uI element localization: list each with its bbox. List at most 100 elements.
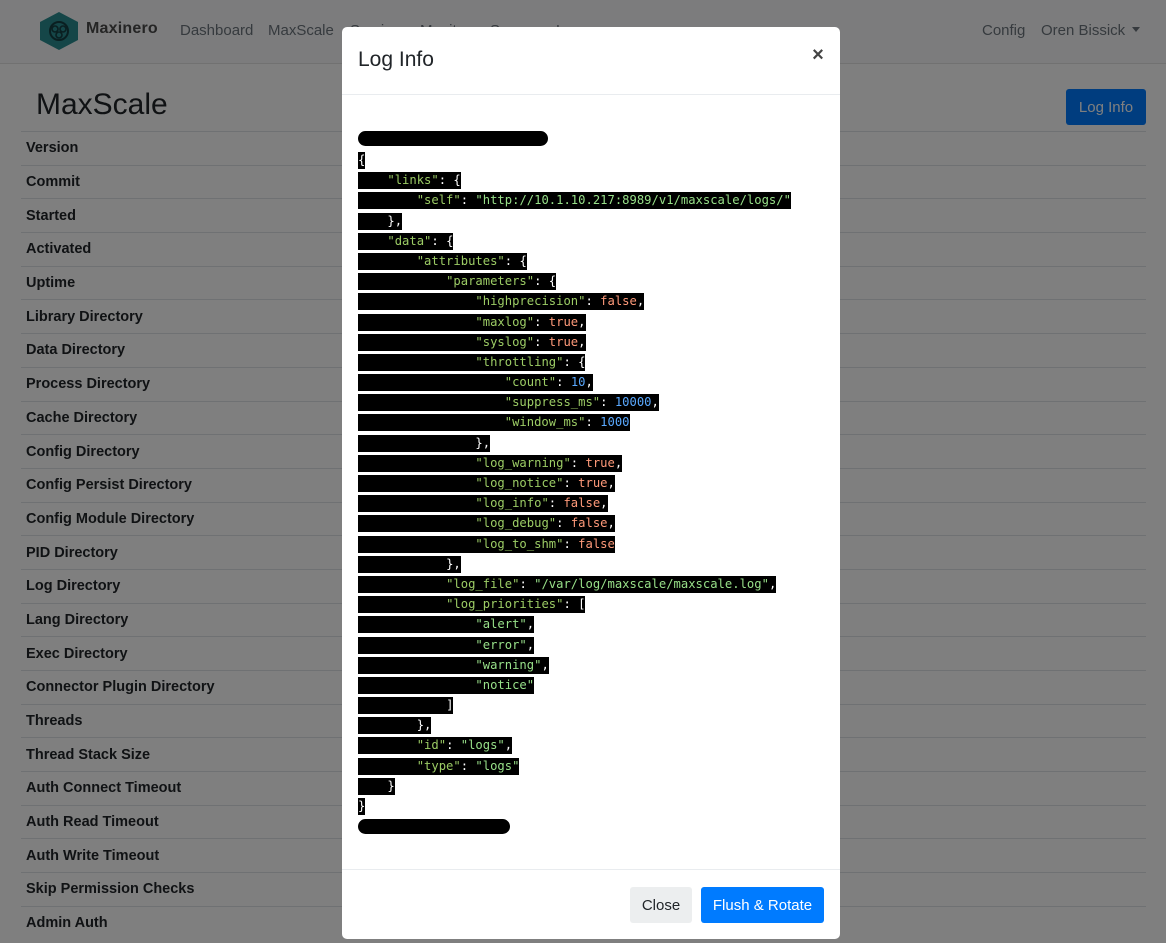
close-button[interactable]: Close (630, 887, 692, 923)
code-token: true (548, 334, 579, 349)
code-token: "http://10.1.10.217:8989/v1/maxscale/log… (475, 193, 791, 208)
code-line-text: "count": 10, (358, 374, 593, 392)
code-token: : { (504, 253, 527, 268)
code-token: , (504, 738, 513, 753)
flush-rotate-button[interactable]: Flush & Rotate (701, 887, 824, 923)
code-token: "throttling" (475, 354, 564, 369)
code-line-text: }, (358, 434, 491, 452)
code-token: "logs" (475, 758, 520, 773)
modal-header: Log Info × (342, 27, 840, 95)
code-line: "warning", (358, 656, 824, 676)
code-token: : (570, 455, 586, 470)
code-line-text: "log_warning": true, (358, 454, 623, 472)
code-token: "log_notice" (475, 476, 564, 490)
code-line-text: "log_to_shm": false (358, 535, 615, 553)
code-token: false (600, 294, 637, 309)
code-line-text: } (358, 798, 366, 815)
code-token: "suppress_ms" (504, 395, 601, 410)
code-line: "log_debug": false, (358, 514, 824, 534)
code-token: : (519, 576, 535, 591)
code-line: "log_warning": true, (358, 454, 824, 474)
code-token: "error" (475, 637, 527, 652)
redaction-bar (358, 819, 510, 835)
code-token: : (585, 294, 601, 309)
code-line: "alert", (358, 615, 824, 635)
code-line-text: "syslog": true, (358, 333, 586, 351)
code-token: : [ (563, 597, 586, 612)
code-token: : (446, 738, 461, 753)
code-token: : (556, 516, 571, 531)
code-token: "type" (416, 758, 461, 773)
code-token: "highprecision" (475, 294, 586, 309)
code-token: : { (438, 173, 461, 188)
code-token: , (651, 395, 659, 410)
code-token: , (585, 375, 593, 390)
code-line: } (358, 777, 824, 797)
code-token: "logs" (460, 738, 505, 753)
modal-footer: Close Flush & Rotate (342, 869, 840, 939)
code-token: : (556, 375, 571, 390)
code-token: "log_warning" (475, 455, 571, 470)
code-token: 1000 (600, 415, 630, 430)
code-line-text: "error", (358, 636, 535, 654)
code-token: true (578, 476, 608, 490)
code-line-text: }, (358, 717, 432, 735)
code-token: "links" (387, 173, 439, 188)
code-line: "suppress_ms": 10000, (358, 393, 824, 413)
code-token: false (570, 516, 608, 531)
log-info-modal: Log Info × { "links": { "self": "http://… (342, 27, 840, 939)
code-token: "syslog" (475, 334, 535, 349)
code-token: "data" (387, 233, 432, 248)
code-line: "count": 10, (358, 373, 824, 393)
close-icon[interactable]: × (806, 43, 830, 67)
code-line-text: "throttling": { (358, 353, 586, 371)
code-line: "links": { (358, 171, 824, 191)
code-line: }, (358, 212, 824, 232)
code-token: : (534, 334, 549, 349)
code-token: "log_to_shm" (475, 536, 564, 551)
code-line-text: { (358, 152, 366, 169)
code-token: : { (431, 233, 454, 248)
code-line: "maxlog": true, (358, 313, 824, 333)
code-token: "log_priorities" (446, 597, 564, 612)
code-token: , (526, 637, 535, 652)
code-line-text: "self": "http://10.1.10.217:8989/v1/maxs… (358, 192, 791, 210)
code-token: 10000 (614, 395, 652, 410)
code-token: "maxlog" (475, 314, 535, 329)
code-line: "throttling": { (358, 353, 824, 373)
code-line: "window_ms": 1000 (358, 413, 824, 433)
code-block-bottom (358, 819, 824, 839)
code-token: "warning" (475, 657, 542, 672)
code-token: }, (446, 556, 461, 571)
code-token: }, (416, 718, 432, 733)
code-line: "error", (358, 636, 824, 656)
code-line: "id": "logs", (358, 736, 824, 756)
code-line-text: "log_notice": true, (358, 475, 615, 492)
code-token: : { (563, 354, 586, 369)
code-block-top (358, 131, 824, 151)
code-token: { (358, 153, 366, 167)
code-line-text: "warning", (358, 656, 549, 674)
code-token: , (607, 516, 615, 531)
code-line: "notice" (358, 676, 824, 696)
code-token: }, (475, 435, 491, 450)
code-line-text: "attributes": { (358, 252, 527, 270)
code-token: "count" (504, 375, 557, 390)
